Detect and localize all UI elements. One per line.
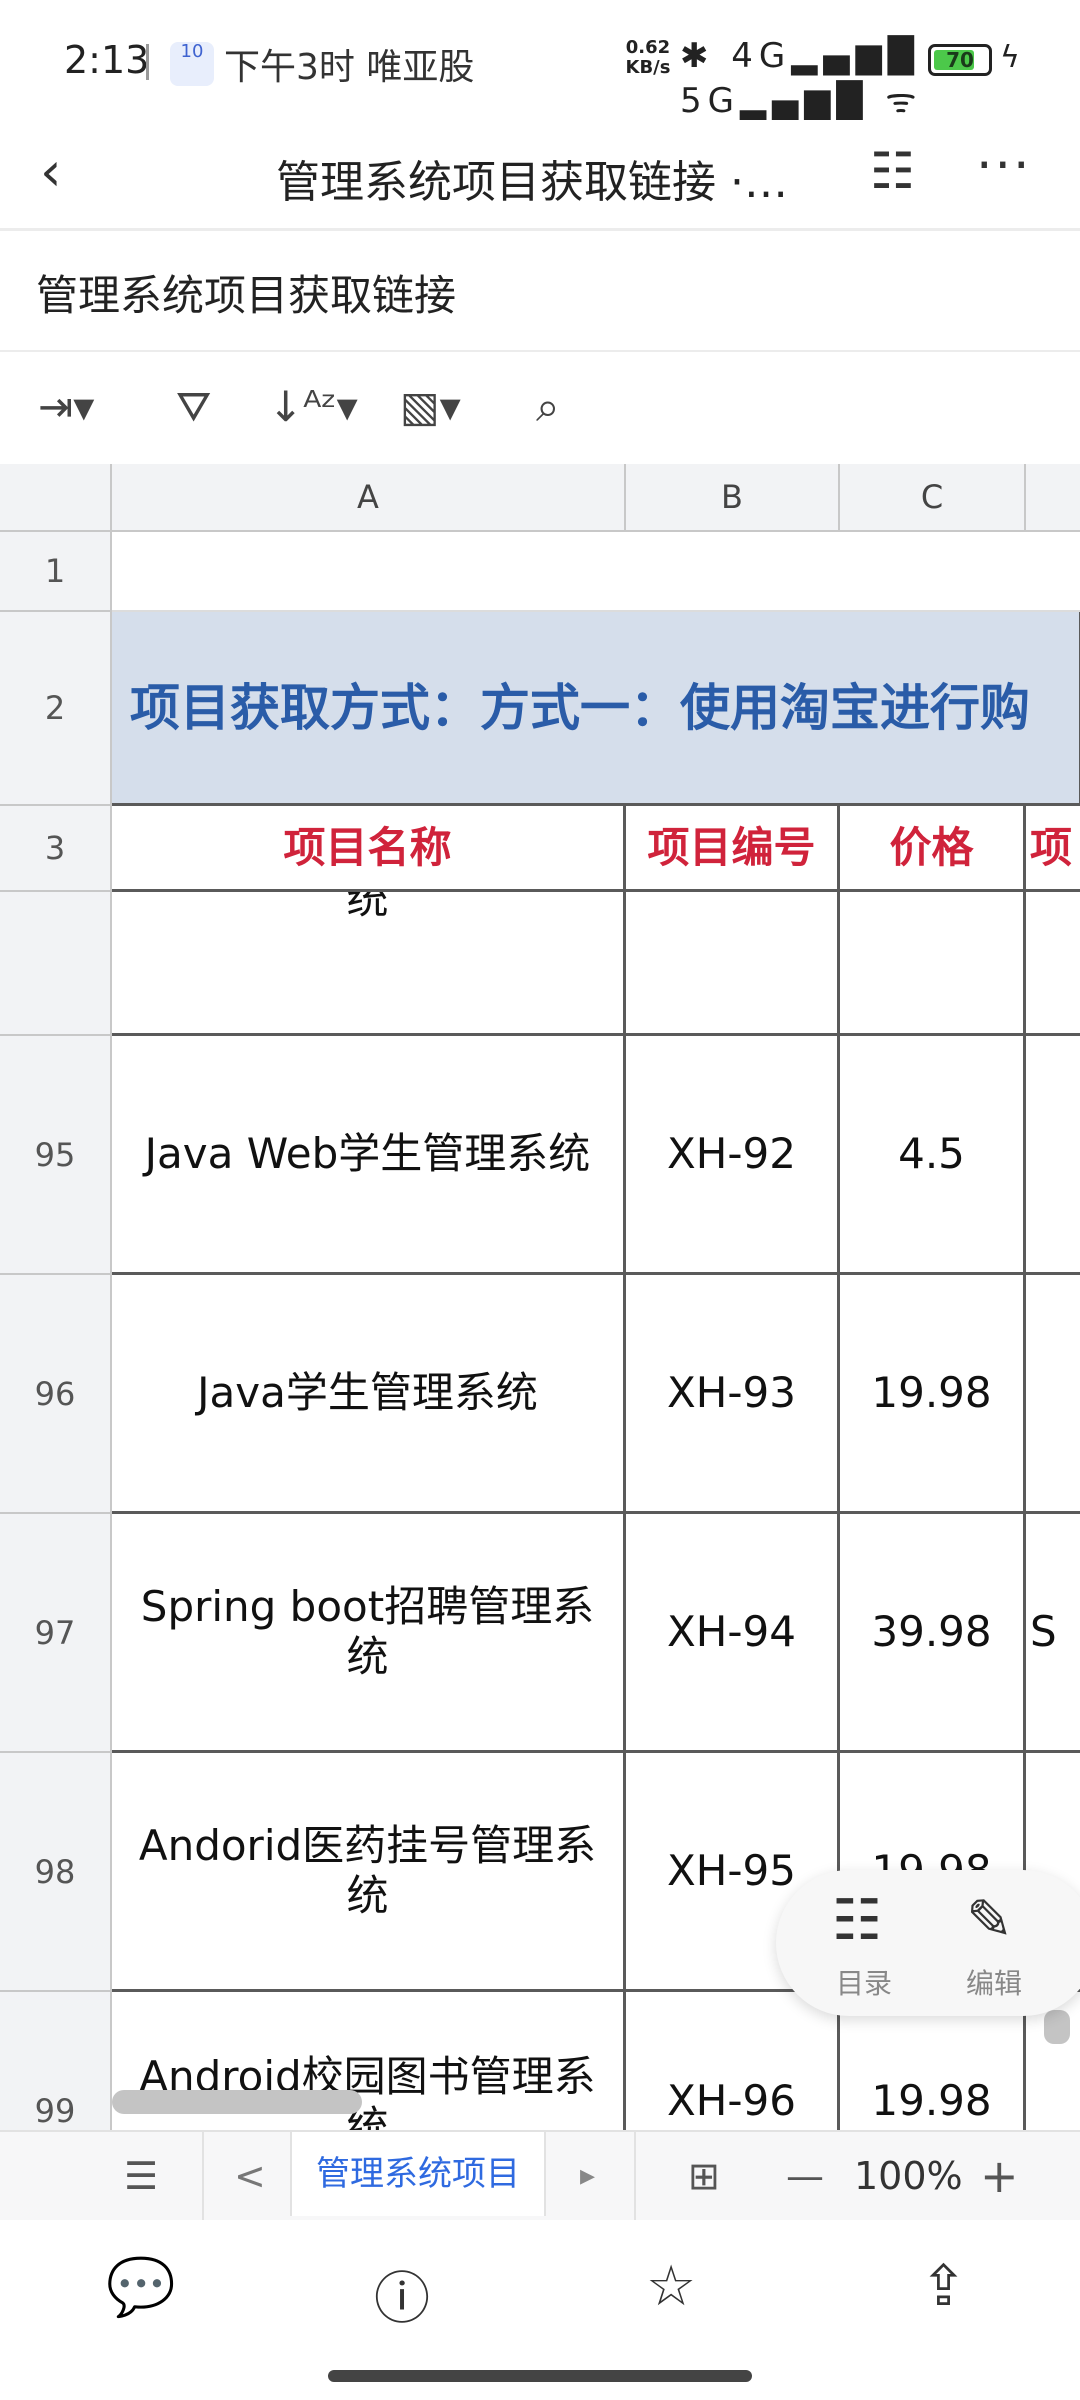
table-cell-price[interactable]: 19.98 [840,1275,1026,1514]
divider [634,2132,636,2220]
battery-level: 70 [946,48,974,72]
sheet-tab[interactable]: 管理系统项目 [290,2132,546,2216]
bottom-bar: 💬 ⓘ ☆ ⇪ [0,2220,1080,2350]
filter-icon[interactable]: ⛛ [176,382,211,432]
table-cell-price[interactable]: 4.5 [840,1036,1026,1275]
row-header-partial[interactable] [0,892,112,1036]
app-bar: ‹ 管理系统项目获取链接 ·… ☷ ··· [0,120,1080,230]
divider [0,228,1080,231]
corner-cell[interactable] [0,464,112,532]
table-cell-price[interactable]: 39.98 [840,1514,1026,1753]
row-header-97[interactable]: 97 [0,1514,112,1753]
status-bar: 2:13 10 下午3时 唯亚股 0.62 KB/s ✱ 4G▂▄▆█ 5G▂▄… [0,0,1080,121]
table-cell-code[interactable]: XH-96 [626,1992,840,2130]
table-cell[interactable] [626,892,840,1036]
row-header-1[interactable]: 1 [0,532,112,612]
table-cell[interactable] [840,892,1026,1036]
cell-format-icon[interactable]: ▧▾ [400,382,461,431]
header-cell-price[interactable]: 价格 [840,806,1026,892]
status-separator [146,44,149,80]
table-cell-extra[interactable] [1026,1275,1080,1514]
star-icon[interactable]: ☆ [646,2254,696,2319]
row-header-99[interactable]: 99 [0,1992,112,2130]
table-cell[interactable] [112,532,1080,612]
table-cell-extra[interactable]: S [1026,1514,1080,1753]
zoom-level: 100% [854,2154,963,2198]
column-header-c[interactable]: C [840,464,1026,532]
row-header-96[interactable]: 96 [0,1275,112,1514]
battery-icon: 70 [928,44,992,76]
divider [202,2132,204,2220]
outline-label[interactable]: 目录 [836,1962,892,2002]
zoom-in-icon[interactable]: + [980,2132,1019,2220]
row-header-98[interactable]: 98 [0,1753,112,1992]
page-title: 管理系统项目获取链接 ·… [276,157,788,208]
header-cell-code[interactable]: 项目编号 [626,806,840,892]
header-cell-extra[interactable]: 项 [1026,806,1080,892]
sheet-list-icon[interactable]: ☰ [124,2132,158,2220]
partial-cell-text: 统 [346,892,389,923]
freeze-icon[interactable]: ⊞ [688,2132,720,2220]
table-cell-extra[interactable] [1026,1036,1080,1275]
column-header-d[interactable] [1026,464,1080,532]
signal-icons: ✱ 4G▂▄▆█ 5G▂▄▆█ ᯤ [680,36,923,121]
table-cell[interactable] [1026,892,1080,1036]
network-speed-value: 0.62 [625,37,671,58]
table-cell-code[interactable]: XH-93 [626,1275,840,1514]
comment-icon[interactable]: 💬 [106,2254,176,2320]
outline-icon[interactable]: ☷ [832,1888,882,1953]
notification-text: 下午3时 唯亚股 [224,47,475,88]
wrap-text-icon[interactable]: ⇥▾ [38,382,94,431]
row-header-95[interactable]: 95 [0,1036,112,1275]
more-icon[interactable]: ··· [976,136,1032,196]
vertical-scrollbar[interactable] [1044,2010,1070,2044]
zoom-out-icon[interactable]: — [786,2132,824,2220]
prev-sheet-icon[interactable]: < [234,2132,266,2220]
table-cell[interactable]: 统 [112,892,626,1036]
network-speed-unit: KB/s [625,57,671,78]
table-cell-code[interactable]: XH-92 [626,1036,840,1275]
back-icon[interactable]: ‹ [40,140,62,203]
header-cell-name[interactable]: 项目名称 [112,806,626,892]
row-header-3[interactable]: 3 [0,806,112,892]
outline-icon[interactable]: ☷ [870,142,915,200]
edit-label[interactable]: 编辑 [966,1962,1022,2002]
notification-badge-icon: 10 [170,42,214,86]
horizontal-scrollbar[interactable] [112,2090,362,2114]
status-time: 2:13 [64,38,150,82]
info-icon[interactable]: ⓘ [374,2254,430,2335]
floating-menu: ☷ 目录 ✎ 编辑 [776,1870,1080,2016]
share-icon[interactable]: ⇪ [920,2254,967,2319]
document-name: 管理系统项目获取链接 [36,271,457,320]
column-header-b[interactable]: B [626,464,840,532]
table-cell-name[interactable]: Java学生管理系统 [112,1275,626,1514]
sort-icon[interactable]: ↓ᴬᶻ▾ [268,382,358,431]
charging-icon: ϟ [1000,40,1020,75]
row-header-2[interactable]: 2 [0,612,112,806]
sheet-toolbar: ⇥▾ ⛛ ↓ᴬᶻ▾ ▧▾ ⌕ [0,352,1080,464]
sheet-bar: ☰ < 管理系统项目 ▸ ⊞ — 100% + [0,2130,1080,2222]
home-indicator[interactable] [328,2370,752,2382]
find-icon[interactable]: ⌕ [536,382,560,432]
next-sheet-icon[interactable]: ▸ [580,2132,595,2220]
network-speed: 0.62 KB/s [618,38,678,78]
table-cell-name[interactable]: Spring boot招聘管理系统 [112,1514,626,1753]
banner-cell[interactable]: 项目获取方式：方式一：使用淘宝进行购 [112,612,1080,806]
column-header-a[interactable]: A [112,464,626,532]
edit-icon[interactable]: ✎ [966,1888,1013,1953]
table-cell-code[interactable]: XH-94 [626,1514,840,1753]
table-cell-name[interactable]: Andorid医药挂号管理系统 [112,1753,626,1992]
table-cell-name[interactable]: Java Web学生管理系统 [112,1036,626,1275]
